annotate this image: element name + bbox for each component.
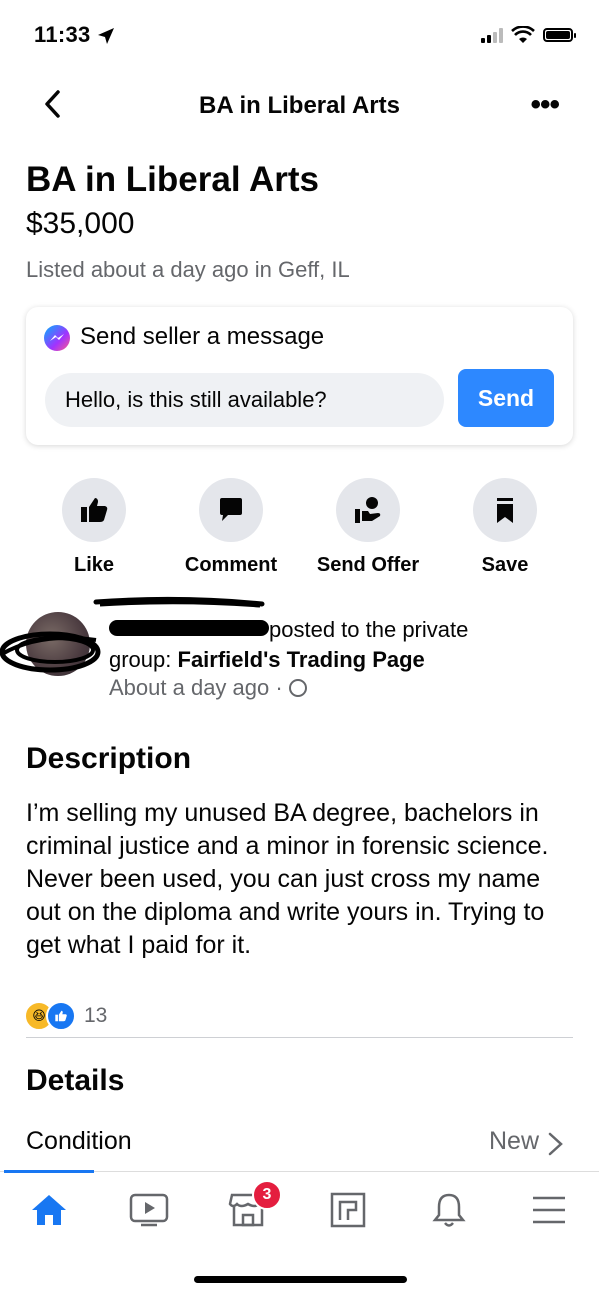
page-title: BA in Liberal Arts	[199, 92, 400, 119]
listing-meta: Listed about a day ago in Geff, IL	[26, 257, 350, 282]
save-label: Save	[481, 554, 529, 576]
posted-text: posted to the private	[269, 617, 469, 642]
message-input[interactable]	[45, 373, 444, 427]
send-button[interactable]: Send	[458, 369, 554, 427]
signal-icon	[481, 27, 503, 43]
divider	[26, 1037, 573, 1038]
chevron-right-icon[interactable]	[545, 1131, 567, 1157]
like-reaction-icon	[46, 1001, 76, 1031]
tab-watch[interactable]	[125, 1186, 173, 1234]
group-name-link[interactable]: Fairfield's Trading Page	[178, 647, 425, 672]
active-tab-indicator	[4, 1170, 94, 1173]
group-prefix: group:	[109, 647, 178, 672]
post-author-line: posted to the private group: Fairfield's…	[109, 615, 579, 675]
wifi-icon	[511, 26, 535, 43]
reactions-summary[interactable]: 😆 13	[24, 1001, 107, 1031]
home-indicator	[194, 1276, 407, 1283]
messenger-icon	[44, 325, 70, 351]
comment-action[interactable]: Comment	[161, 478, 301, 577]
tab-groups[interactable]	[324, 1186, 372, 1234]
video-icon	[129, 1193, 169, 1227]
save-action[interactable]: Save	[435, 478, 575, 577]
send-offer-action[interactable]: Send Offer	[298, 478, 438, 577]
home-icon	[32, 1195, 66, 1225]
status-time: 11:33	[34, 22, 91, 47]
groups-icon	[330, 1192, 366, 1228]
status-icons	[481, 26, 576, 44]
members-icon	[288, 679, 307, 697]
description-heading: Description	[26, 742, 192, 775]
bookmark-icon	[473, 478, 537, 542]
like-label: Like	[73, 554, 115, 576]
redacted-name	[109, 620, 269, 637]
like-action[interactable]: Like	[24, 478, 164, 577]
listing-title: BA in Liberal Arts	[26, 160, 320, 199]
notification-badge: 3	[252, 1180, 282, 1210]
tab-bar	[0, 1171, 599, 1247]
tab-home[interactable]	[25, 1186, 73, 1234]
comment-icon	[199, 478, 263, 542]
thumbs-up-icon	[62, 478, 126, 542]
post-time: About a day ago ·	[109, 675, 283, 700]
tab-menu[interactable]	[525, 1186, 573, 1234]
condition-value[interactable]: New	[489, 1127, 539, 1156]
listing-price: $35,000	[26, 207, 135, 240]
post-meta: About a day ago ·	[109, 675, 307, 701]
menu-icon	[533, 1196, 565, 1224]
send-offer-label: Send Offer	[316, 554, 420, 576]
battery-icon	[543, 28, 576, 42]
more-icon[interactable]: •••	[530, 90, 559, 120]
location-arrow-icon	[98, 28, 114, 44]
condition-label: Condition	[26, 1127, 132, 1155]
bell-icon	[432, 1193, 466, 1227]
details-heading: Details	[26, 1064, 125, 1097]
tab-notifications[interactable]	[425, 1186, 473, 1234]
comment-label: Comment	[184, 554, 278, 576]
message-card-title: Send seller a message	[80, 323, 325, 350]
offer-icon	[336, 478, 400, 542]
reaction-count: 13	[84, 1004, 108, 1027]
description-text: I’m selling my unused BA degree, bachelo…	[26, 799, 549, 959]
